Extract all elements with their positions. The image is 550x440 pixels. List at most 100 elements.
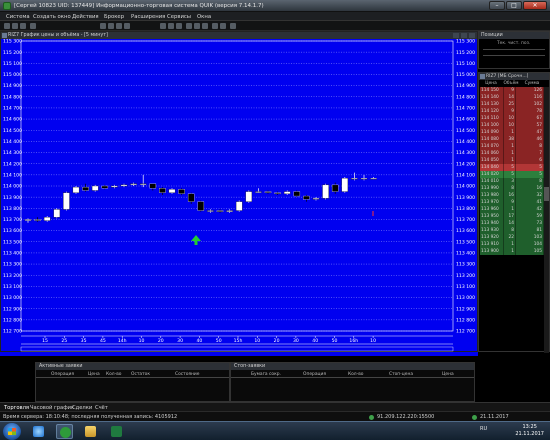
tab-account[interactable]: Счёт (95, 405, 108, 411)
menu-windows[interactable]: Окна (197, 14, 211, 20)
positions-panel[interactable]: Позиции Тек. чист. поз. (478, 31, 550, 69)
order-book-row[interactable]: 113 980 16 32 (480, 192, 544, 199)
menu-actions[interactable]: Действия (72, 14, 99, 20)
y-tick-right: 113 600 (456, 228, 475, 234)
minimize-button[interactable]: – (489, 1, 505, 10)
active-orders-panel[interactable]: Активные заявки Операция Цена Кол-во Ост… (35, 362, 230, 402)
open-icon[interactable] (12, 23, 18, 29)
book-volume: 1 (504, 248, 516, 255)
x-tick-label: 10 (254, 338, 260, 344)
menu-services[interactable]: Сервисы (167, 14, 191, 20)
x-tick-label: 50 (332, 338, 338, 344)
help-icon[interactable] (230, 23, 236, 29)
text-tool-icon[interactable] (194, 23, 200, 29)
order-book-row[interactable]: 113 970 9 41 (480, 199, 544, 206)
order-book-row[interactable]: 113 960 1 42 (480, 206, 544, 213)
title-bar: [Сергей 10823 UID: 137449] Информационно… (0, 0, 550, 12)
table-icon[interactable] (108, 23, 114, 29)
order-book-row[interactable]: 113 940 14 73 (480, 220, 544, 227)
y-tick-right: 114 000 (456, 184, 475, 190)
y-tick-left: 113 400 (3, 251, 22, 257)
cursor-icon[interactable] (176, 23, 182, 29)
candle-body (341, 178, 349, 192)
order-book-row[interactable]: 114 150 9 126 (480, 87, 544, 94)
stop-orders-header: Стоп-заявки (231, 363, 474, 370)
y-tick-left: 113 300 (3, 262, 22, 268)
y-tick-left: 114 500 (3, 128, 22, 134)
save-icon[interactable] (20, 23, 26, 29)
new-window-icon[interactable] (4, 23, 10, 29)
menu-system[interactable]: Система (6, 14, 30, 20)
price-chart-window[interactable]: RIZ7 График цены и объёма - [5 минут] 11… (0, 31, 478, 352)
tab-deals[interactable]: Сделки (72, 405, 92, 411)
order-book-row[interactable]: 114 010 3 8 (480, 178, 544, 185)
chart-maximize-button[interactable] (461, 33, 467, 38)
candlestick-chart[interactable]: 115 300 115 300 115 200 115 200 115 100 115 1… (1, 39, 477, 352)
trades-icon[interactable] (124, 23, 130, 29)
arrow-up-icon[interactable] (212, 23, 218, 29)
x-tick-label: 25 (61, 338, 67, 344)
tab-hourly-chart[interactable]: Часовой график (30, 405, 74, 411)
order-book-row[interactable]: 114 050 1 6 (480, 157, 544, 164)
line-tool-icon[interactable] (186, 23, 192, 29)
order-book-row[interactable]: 114 090 1 47 (480, 129, 544, 136)
scroll-thumb[interactable] (544, 187, 549, 201)
order-book-row[interactable]: 114 020 5 5 (480, 171, 544, 178)
col-price: Цена (485, 81, 497, 86)
order-book-panel[interactable]: RIZ7 [МБ Срочн...] Цена Объём Сумма 114 … (478, 72, 550, 353)
fib-tool-icon[interactable] (202, 23, 208, 29)
order-book-row[interactable]: 114 080 38 46 (480, 136, 544, 143)
order-book-row[interactable]: 114 100 10 57 (480, 122, 544, 129)
print-icon[interactable] (30, 23, 36, 29)
menu-create-window[interactable]: Создать окно (33, 14, 71, 20)
order-book-row[interactable]: 114 060 1 7 (480, 150, 544, 157)
order-book-row[interactable]: 113 900 1 105 (480, 248, 544, 255)
col-sum: Сумма (524, 81, 540, 86)
order-book-row[interactable]: 114 040 5 5 (480, 164, 544, 171)
menu-broker[interactable]: Брокер (104, 14, 124, 20)
chart-scrollbar[interactable] (0, 352, 478, 356)
order-book-row[interactable]: 113 990 8 16 (480, 185, 544, 192)
maximize-button[interactable]: □ (506, 1, 522, 10)
server-time-text: Время сервера: 18:10:48; последняя получ… (3, 414, 178, 420)
x-tick-label: 40 (312, 338, 318, 344)
orderbook-icon[interactable] (116, 23, 122, 29)
order-book-row[interactable]: 114 110 10 67 (480, 115, 544, 122)
order-book-row[interactable]: 114 130 25 102 (480, 101, 544, 108)
taskbar-quik[interactable] (56, 424, 73, 439)
order-book-row[interactable]: 113 920 22 103 (480, 234, 544, 241)
order-book-table[interactable]: 114 150 9 126 114 140 14 116 114 130 25 102 114 1… (480, 87, 544, 255)
x-tick-label: 10 (139, 338, 145, 344)
taskbar-explorer[interactable] (82, 424, 99, 439)
order-book-row[interactable]: 114 120 9 78 (480, 108, 544, 115)
stop-orders-panel[interactable]: Стоп-заявки Бумага сокр. Операция Кол-во… (230, 362, 475, 402)
taskbar-excel[interactable] (108, 424, 125, 439)
y-tick-right: 114 600 (456, 117, 475, 123)
chart-minimize-button[interactable] (453, 33, 459, 38)
order-book-row[interactable]: 113 930 8 81 (480, 227, 544, 234)
menu-extensions[interactable]: Расширения (131, 14, 165, 20)
folder-icon (85, 426, 96, 437)
book-price: 114 040 (480, 164, 504, 171)
language-indicator[interactable]: RU (480, 426, 487, 432)
buy-signal-marker (194, 241, 198, 245)
order-book-row[interactable]: 114 140 14 116 (480, 94, 544, 101)
buy-signal-marker (191, 235, 201, 241)
taskbar-ie[interactable] (30, 424, 47, 439)
candle-body (34, 219, 41, 221)
order-book-row[interactable]: 114 070 1 8 (480, 143, 544, 150)
book-volume: 1 (504, 150, 516, 157)
chart-icon[interactable] (100, 23, 106, 29)
order-book-scrollbar[interactable] (544, 87, 549, 353)
zoom-icon[interactable] (168, 23, 174, 29)
settings-icon[interactable] (160, 23, 166, 29)
close-button[interactable]: ✕ (523, 1, 547, 10)
arrow-down-icon[interactable] (220, 23, 226, 29)
order-book-row[interactable]: 113 950 17 59 (480, 213, 544, 220)
tab-trading[interactable]: Торговля (4, 405, 29, 411)
taskbar-clock[interactable]: 13:25 21.11.2017 (515, 424, 544, 438)
start-button[interactable] (3, 423, 21, 440)
y-tick-right: 114 900 (456, 83, 475, 89)
order-book-row[interactable]: 113 910 1 104 (480, 241, 544, 248)
chart-close-button[interactable] (469, 33, 475, 38)
